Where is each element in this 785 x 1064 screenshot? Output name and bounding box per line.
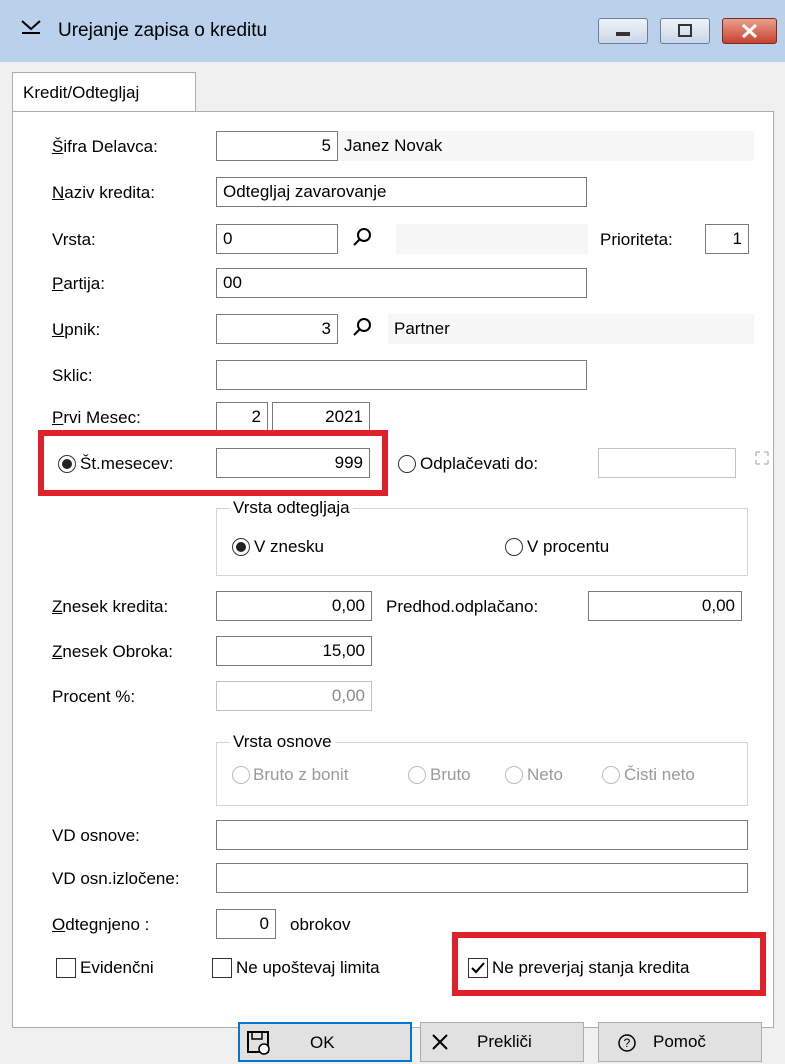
svg-text:?: ? [624,1036,631,1050]
neto-label: Neto [527,765,563,784]
v-znesku-radio[interactable] [232,538,250,556]
upnik-name: Partner [388,314,754,344]
vrsta-odtegljaja-legend: Vrsta odtegljaja [230,498,353,518]
evidencni-label: Evidenčni [80,958,154,977]
bruto-z-bonit-radio[interactable] [232,766,250,784]
vd-izlocene-label: VD osn.izločene: [52,869,180,888]
v-procentu-label: V procentu [527,537,610,556]
close-button[interactable] [722,18,777,44]
prioriteta-input[interactable]: 1 [705,224,749,254]
st-mesecev-label: Št.mesecev: [80,454,174,473]
prvi-mesec-year[interactable]: 2021 [272,402,370,432]
preklici-label: Prekliči [477,1032,532,1051]
odplacevati-radio[interactable] [398,455,416,473]
ok-label: OK [310,1033,335,1052]
ne-upostevaj-label: Ne upoštevaj limita [236,958,380,977]
st-mesecev-radio[interactable] [58,455,76,473]
predhod-label: Predhod.odplačano: [386,597,539,616]
maximize-button[interactable] [660,18,710,44]
sklic-label: Sklic: [52,366,93,385]
sklic-input[interactable] [216,360,587,390]
ne-preverjaj-checkbox[interactable] [468,958,488,978]
upnik-label: Upnik: [52,320,101,339]
neto-radio[interactable] [505,766,523,784]
predhod-input[interactable]: 0,00 [588,591,742,621]
prioriteta-label: Prioriteta: [600,230,673,249]
search-icon[interactable] [352,226,374,253]
prvi-mesec-month[interactable]: 2 [216,402,268,432]
odplacevati-input[interactable] [598,448,736,478]
pomoc-label: Pomoč [653,1032,706,1051]
odtegnjeno-label: Odtegnjeno : [52,915,150,934]
bruto-z-bonit-label: Bruto z bonit [253,765,349,784]
znesek-obroka-label: Znesek Obroka: [52,642,173,661]
vrsta-osnove-legend: Vrsta osnove [230,732,335,752]
odtegnjeno-suffix: obrokov [290,915,351,934]
calendar-icon[interactable] [752,448,772,473]
vd-izlocene-input[interactable] [216,863,748,893]
upnik-input[interactable]: 3 [216,314,338,344]
vd-osnove-label: VD osnove: [52,826,140,845]
ne-preverjaj-label: Ne preverjaj stanja kredita [492,958,690,977]
v-znesku-label: V znesku [254,537,324,556]
sifra-input[interactable]: 5 [216,131,338,161]
envelope-icon [20,18,42,42]
vrsta-input[interactable]: 0 [216,224,338,254]
window-title: Urejanje zapisa o kreditu [58,20,268,41]
procent-label: Procent %: [52,687,136,706]
sifra-name: Janez Novak [338,131,754,161]
save-icon [247,1031,270,1055]
prvi-mesec-label: Prvi Mesec: [52,408,141,427]
odtegnjeno-input[interactable]: 0 [216,909,276,939]
preklici-button[interactable]: Prekliči [420,1022,584,1062]
ne-upostevaj-checkbox[interactable] [212,958,232,978]
evidencni-checkbox[interactable] [56,958,76,978]
v-procentu-radio[interactable] [505,538,523,556]
bruto-radio[interactable] [408,766,426,784]
procent-input[interactable]: 0,00 [216,681,372,711]
cisti-neto-radio[interactable] [602,766,620,784]
znesek-kredita-label: Znesek kredita: [52,597,169,616]
minimize-button[interactable] [598,18,648,44]
naziv-input[interactable]: Odtegljaj zavarovanje [216,177,587,207]
partija-label: Partija: [52,274,105,293]
odplacevati-label: Odplačevati do: [420,454,539,473]
close-icon [432,1034,448,1050]
search-icon[interactable] [352,316,374,343]
znesek-kredita-input[interactable]: 0,00 [216,591,372,621]
checkmark-icon [471,962,485,974]
cisti-neto-label: Čisti neto [624,765,695,784]
ok-button[interactable]: OK [238,1022,412,1062]
vrsta-name [396,224,588,254]
vrsta-label: Vrsta: [52,230,96,249]
sifra-label: Šifra Delavca: [52,137,158,156]
tab-kredit-odtegljaj[interactable]: Kredit/Odtegljaj [12,72,196,112]
naziv-label: Naziv kredita: [52,183,155,202]
partija-input[interactable]: 00 [216,268,587,298]
pomoc-button[interactable]: ? Pomoč [598,1022,762,1062]
st-mesecev-input[interactable]: 999 [216,448,370,478]
bruto-label: Bruto [430,765,471,784]
help-icon: ? [618,1034,636,1052]
znesek-obroka-input[interactable]: 15,00 [216,636,372,666]
vd-osnove-input[interactable] [216,820,748,850]
